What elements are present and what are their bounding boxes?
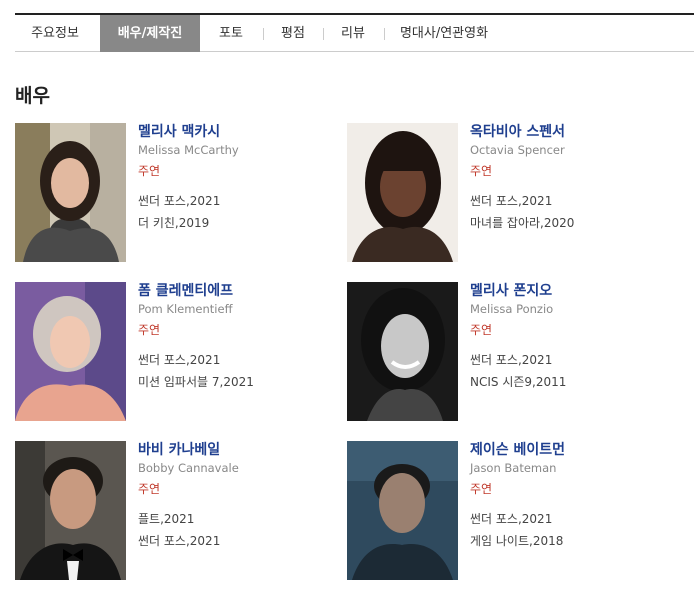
actor-photo[interactable] [347,282,458,421]
actor-english-name: Melissa Ponzio [470,302,554,316]
filmography-item[interactable]: 썬더 포스,2021 [138,192,220,209]
tab-divider [323,28,324,40]
filmography-item[interactable]: 게임 나이트,2018 [470,532,563,549]
tab-divider [263,28,264,40]
tab-photo[interactable]: 포토 [203,15,259,52]
filmography-item[interactable]: 썬더 포스,2021 [470,510,552,527]
actor-name[interactable]: 멜리사 맥카시 [138,121,220,141]
actor-photo[interactable] [15,441,126,580]
tab-divider [384,28,385,40]
actor-name[interactable]: 제이슨 베이트먼 [470,439,565,459]
actor-role: 주연 [470,323,493,337]
filmography-item[interactable]: 썬더 포스,2021 [470,351,552,368]
filmography-item[interactable]: 미션 임파서블 7,2021 [138,373,254,390]
tab-main-info[interactable]: 주요정보 [15,15,95,52]
actor-english-name: Jason Bateman [470,461,557,475]
actor-photo[interactable] [347,441,458,580]
filmography-item[interactable]: 썬더 포스,2021 [138,351,220,368]
actor-english-name: Melissa McCarthy [138,143,239,157]
actor-card: 멜리사 폰지오 Melissa Ponzio 주연 썬더 포스,2021 NCI… [347,282,667,422]
actor-role: 주연 [138,164,161,178]
filmography-item[interactable]: 더 키친,2019 [138,214,209,231]
section-title: 배우 [15,85,50,107]
filmography-item[interactable]: 썬더 포스,2021 [470,192,552,209]
actor-name[interactable]: 옥타비아 스펜서 [470,121,565,141]
tab-rating[interactable]: 평점 [267,15,319,52]
actor-english-name: Pom Klementieff [138,302,233,316]
actor-name[interactable]: 바비 카나베일 [138,439,220,459]
actor-card: 폼 클레멘티에프 Pom Klementieff 주연 썬더 포스,2021 미… [15,282,335,422]
tab-review[interactable]: 리뷰 [327,15,379,52]
tab-quotes-related[interactable]: 명대사/연관영화 [388,15,500,52]
filmography-item[interactable]: 썬더 포스,2021 [138,532,220,549]
actor-role: 주연 [138,482,161,496]
tab-bar: 주요정보 배우/제작진 포토 평점 리뷰 명대사/연관영화 [15,13,694,52]
filmography-item[interactable]: 플트,2021 [138,510,194,527]
actor-name[interactable]: 폼 클레멘티에프 [138,280,233,300]
actor-photo[interactable] [347,123,458,262]
actor-english-name: Bobby Cannavale [138,461,239,475]
actor-role: 주연 [138,323,161,337]
actor-role: 주연 [470,482,493,496]
actor-card: 제이슨 베이트먼 Jason Bateman 주연 썬더 포스,2021 게임 … [347,441,667,581]
filmography-item[interactable]: NCIS 시즌9,2011 [470,373,566,390]
actor-photo[interactable] [15,123,126,262]
actor-role: 주연 [470,164,493,178]
actor-card: 바비 카나베일 Bobby Cannavale 주연 플트,2021 썬더 포스… [15,441,335,581]
actor-card: 옥타비아 스펜서 Octavia Spencer 주연 썬더 포스,2021 마… [347,123,667,263]
tab-cast-crew[interactable]: 배우/제작진 [100,15,200,52]
actor-name[interactable]: 멜리사 폰지오 [470,280,552,300]
actor-card: 멜리사 맥카시 Melissa McCarthy 주연 썬더 포스,2021 더… [15,123,335,263]
actor-english-name: Octavia Spencer [470,143,565,157]
filmography-item[interactable]: 마녀를 잡아라,2020 [470,214,574,231]
actor-photo[interactable] [15,282,126,421]
